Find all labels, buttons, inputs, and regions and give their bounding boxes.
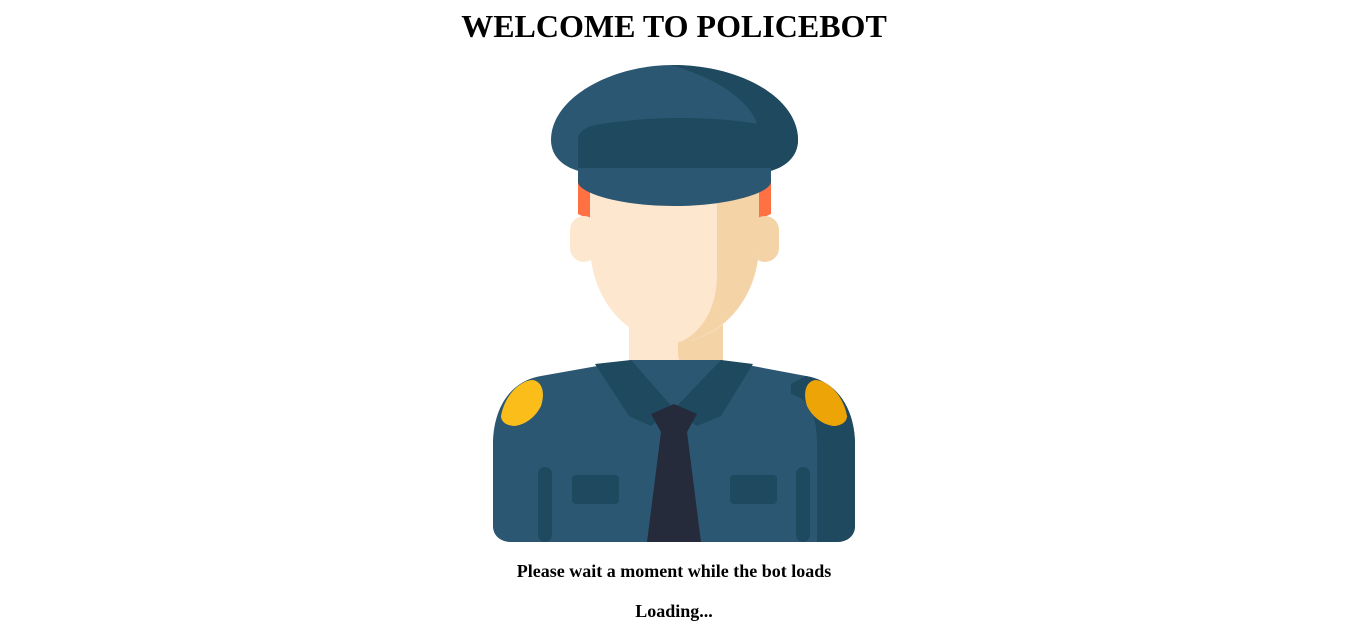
police-officer-avatar-icon: [491, 64, 857, 542]
loading-page: WELCOME TO POLICEBOT Please wait a momen…: [0, 0, 1348, 622]
loading-indicator: Loading...: [635, 601, 713, 621]
page-title: WELCOME TO POLICEBOT: [461, 8, 887, 44]
loading-message: Please wait a moment while the bot loads: [516, 561, 832, 581]
